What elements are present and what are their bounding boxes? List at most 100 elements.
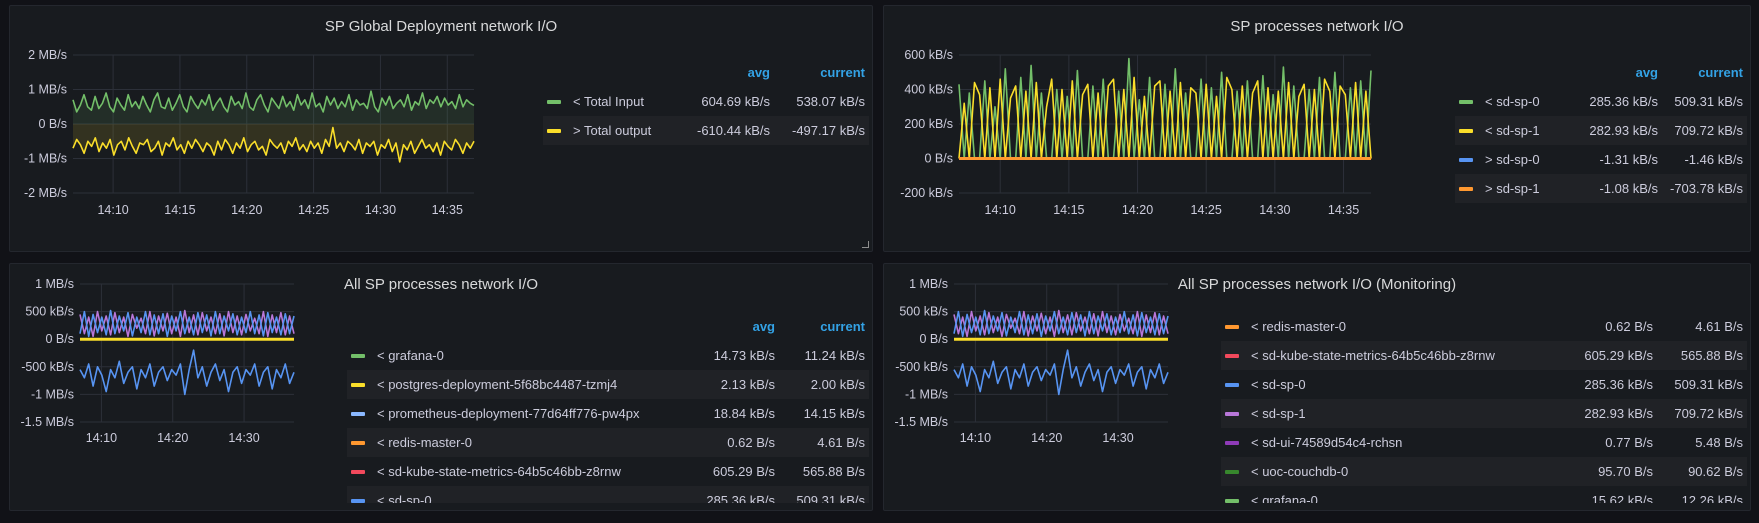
legend-item[interactable]: < redis-master-0 0.62 B/s 4.61 B/s	[347, 428, 869, 457]
legend-item[interactable]: < sd-sp-1 282.93 kB/s 709.72 kB/s	[1455, 116, 1747, 145]
series-color-swatch[interactable]	[1225, 411, 1239, 416]
legend-series-name[interactable]: < sd-ui-74589d54c4-rchsn	[1251, 435, 1527, 450]
legend-item[interactable]: < sd-sp-0 285.36 kB/s 509.31 kB/s	[1455, 87, 1747, 116]
legend-series-name[interactable]: < prometheus-deployment-77d64ff776-pw4px	[377, 406, 649, 421]
x-tick-label: 14:30	[1259, 203, 1290, 217]
legend-header: avg current	[1455, 58, 1747, 87]
legend-avg-value: 15.62 kB/s	[1591, 493, 1653, 503]
legend-item[interactable]: < sd-kube-state-metrics-64b5c46bb-z8rnw 6…	[347, 457, 869, 486]
legend-current-value: 509.31 kB/s	[1674, 377, 1743, 392]
legend-avg-value: 14.73 kB/s	[713, 348, 775, 363]
legend-series-name[interactable]: > Total output	[573, 123, 654, 138]
legend-item[interactable]: < sd-sp-1 282.93 kB/s 709.72 kB/s	[1221, 399, 1747, 428]
legend-header-avg[interactable]: avg	[649, 319, 779, 334]
series-color-swatch[interactable]	[1225, 324, 1239, 329]
x-tick-label: 14:10	[960, 431, 991, 445]
legend-series-name[interactable]: < sd-sp-0	[377, 493, 649, 503]
legend-series-name[interactable]: > sd-sp-1	[1485, 181, 1542, 196]
legend-avg-value: 0.62 B/s	[1605, 319, 1653, 334]
y-tick-label: 1 MB/s	[909, 277, 948, 291]
resize-handle[interactable]	[862, 241, 869, 248]
legend-series-name[interactable]: < redis-master-0	[1251, 319, 1527, 334]
y-tick-label: 500 kB/s	[899, 305, 948, 319]
series-color-swatch[interactable]	[351, 440, 365, 445]
x-tick-label: 14:10	[985, 203, 1016, 217]
series-color-swatch[interactable]	[1459, 157, 1473, 162]
legend-header-avg[interactable]: avg	[1542, 65, 1662, 80]
legend-series-name[interactable]: < sd-sp-1	[1485, 123, 1542, 138]
legend-series-name[interactable]: > sd-sp-0	[1485, 152, 1542, 167]
panel-sp-processes-io: SP processes network I/O 600 kB/s 400 kB/…	[883, 5, 1751, 252]
legend-avg-value: 282.93 kB/s	[1589, 123, 1658, 138]
series-color-swatch[interactable]	[1225, 440, 1239, 445]
legend-current-value: 2.00 kB/s	[810, 377, 865, 392]
series-color-swatch[interactable]	[547, 128, 561, 133]
legend-header-current[interactable]: current	[1662, 65, 1747, 80]
legend-avg-value: -1.31 kB/s	[1599, 152, 1658, 167]
series-color-swatch[interactable]	[351, 498, 365, 503]
y-tick-label: 0 B/s	[46, 332, 75, 346]
legend-item[interactable]: < uoc-couchdb-0 95.70 B/s 90.62 B/s	[1221, 457, 1747, 486]
series-color-swatch[interactable]	[1459, 99, 1473, 104]
legend-series-name[interactable]: < grafana-0	[377, 348, 649, 363]
legend-item[interactable]: < grafana-0 15.62 kB/s 12.26 kB/s	[1221, 486, 1747, 503]
legend-series-name[interactable]: < grafana-0	[1251, 493, 1527, 503]
y-tick-label: -1.5 MB/s	[895, 415, 949, 429]
legend-item[interactable]: < prometheus-deployment-77d64ff776-pw4px…	[347, 399, 869, 428]
legend-series-name[interactable]: < sd-sp-0	[1251, 377, 1527, 392]
series-line	[953, 349, 1169, 396]
legend-header-current[interactable]: current	[779, 319, 869, 334]
legend-series-name[interactable]: < Total Input	[573, 94, 654, 109]
x-tick-label: 14:10	[86, 431, 117, 445]
x-tick-label: 14:25	[298, 203, 329, 217]
series-area	[73, 91, 474, 124]
y-tick-label: -2 MB/s	[24, 186, 67, 200]
legend-item[interactable]: < sd-sp-0 285.36 kB/s 509.31 kB/s	[347, 486, 869, 503]
legend-item[interactable]: < Total Input 604.69 kB/s 538.07 kB/s	[543, 87, 869, 116]
legend-item[interactable]: > sd-sp-0 -1.31 kB/s -1.46 kB/s	[1455, 145, 1747, 174]
series-color-swatch[interactable]	[1459, 186, 1473, 191]
legend-current-value: 509.31 kB/s	[796, 493, 865, 503]
legend-item[interactable]: < redis-master-0 0.62 B/s 4.61 B/s	[1221, 312, 1747, 341]
legend-item[interactable]: < sd-kube-state-metrics-64b5c46bb-z8rnw 6…	[1221, 341, 1747, 370]
legend-item[interactable]: < postgres-deployment-5f68bc4487-tzmj4 2.…	[347, 370, 869, 399]
legend-series-name[interactable]: < uoc-couchdb-0	[1251, 464, 1527, 479]
legend-current-value: 709.72 kB/s	[1674, 123, 1743, 138]
legend-avg-value: 0.62 B/s	[727, 435, 775, 450]
series-color-swatch[interactable]	[1225, 498, 1239, 503]
series-color-swatch[interactable]	[351, 382, 365, 387]
legend-series-name[interactable]: < sd-kube-state-metrics-64b5c46bb-z8rnw	[1251, 348, 1527, 363]
x-tick-label: 14:30	[365, 203, 396, 217]
legend-avg-value: -610.44 kB/s	[697, 123, 770, 138]
legend-item[interactable]: < sd-sp-0 285.36 kB/s 509.31 kB/s	[1221, 370, 1747, 399]
legend-series-name[interactable]: < sd-sp-1	[1251, 406, 1527, 421]
legend-avg-value: 282.93 kB/s	[1584, 406, 1653, 421]
y-tick-label: 0 B/s	[925, 152, 954, 166]
series-color-swatch[interactable]	[1225, 353, 1239, 358]
legend-series-name[interactable]: < sd-kube-state-metrics-64b5c46bb-z8rnw	[377, 464, 649, 479]
x-tick-label: 14:20	[1031, 431, 1062, 445]
series-color-swatch[interactable]	[351, 469, 365, 474]
legend-current-value: 565.88 B/s	[1680, 348, 1743, 363]
series-color-swatch[interactable]	[351, 411, 365, 416]
legend-series-name[interactable]: < sd-sp-0	[1485, 94, 1542, 109]
legend-avg-value: 2.13 kB/s	[720, 377, 775, 392]
series-color-swatch[interactable]	[1459, 128, 1473, 133]
series-color-swatch[interactable]	[351, 353, 365, 358]
series-color-swatch[interactable]	[1225, 382, 1239, 387]
legend-item[interactable]: < sd-ui-74589d54c4-rchsn 0.77 B/s 5.48 B/s	[1221, 428, 1747, 457]
legend-item[interactable]: < grafana-0 14.73 kB/s 11.24 kB/s	[347, 341, 869, 370]
legend-item[interactable]: > sd-sp-1 -1.08 kB/s -703.78 kB/s	[1455, 174, 1747, 203]
legend-current-value: 4.61 B/s	[1695, 319, 1743, 334]
series-color-swatch[interactable]	[547, 99, 561, 104]
legend-series-name[interactable]: < postgres-deployment-5f68bc4487-tzmj4	[377, 377, 649, 392]
x-tick-label: 14:35	[432, 203, 463, 217]
legend-series-name[interactable]: < redis-master-0	[377, 435, 649, 450]
legend-header-current[interactable]: current	[774, 65, 869, 80]
y-tick-label: -1 MB/s	[905, 387, 948, 401]
legend-current-value: -497.17 kB/s	[792, 123, 865, 138]
series-color-swatch[interactable]	[1225, 469, 1239, 474]
legend-header-avg[interactable]: avg	[654, 65, 774, 80]
legend-item[interactable]: > Total output -610.44 kB/s -497.17 kB/s	[543, 116, 869, 145]
x-tick-label: 14:25	[1191, 203, 1222, 217]
